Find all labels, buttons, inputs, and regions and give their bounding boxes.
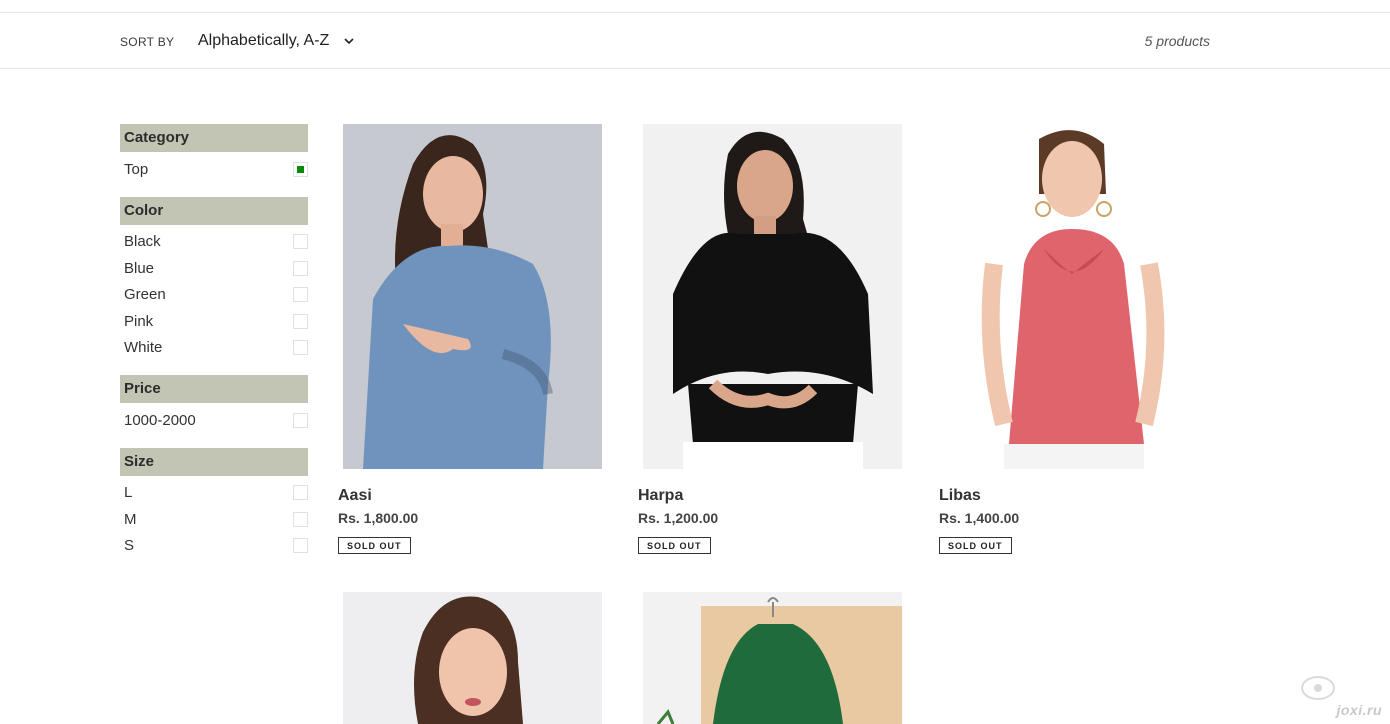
filter-item-label: 1000-2000 — [124, 411, 196, 429]
chevron-down-icon — [344, 38, 354, 45]
model-illustration — [944, 124, 1203, 469]
filter-heading: Price — [120, 375, 308, 403]
filter-item-1000-2000[interactable]: 1000-2000 — [120, 407, 308, 434]
filter-item-l[interactable]: L — [120, 480, 308, 507]
filter-heading: Category — [120, 124, 308, 152]
sold-out-badge: SOLD OUT — [638, 537, 711, 554]
filter-group-size: Size L M S — [120, 447, 308, 560]
checkbox[interactable] — [293, 340, 308, 356]
watermark-text: joxi.ru — [1336, 702, 1382, 718]
filter-group-color: Color Black Blue Green Pink White — [120, 196, 308, 362]
product-card[interactable]: Libas Rs. 1,400.00 SOLD OUT — [939, 124, 1203, 554]
product-title[interactable]: Libas — [939, 487, 1203, 505]
filter-item-label: M — [124, 510, 137, 528]
sort-select[interactable]: Alphabetically, A-Z — [190, 25, 363, 57]
filter-item-label: Blue — [124, 259, 155, 277]
filter-item-black[interactable]: Black — [120, 229, 308, 256]
filter-item-label: Pink — [124, 312, 154, 330]
filter-item-pink[interactable]: Pink — [120, 308, 308, 335]
filter-item-white[interactable]: White — [120, 335, 308, 362]
filter-heading: Color — [120, 196, 308, 225]
checkbox[interactable] — [293, 234, 308, 250]
checkbox[interactable] — [293, 260, 308, 276]
filter-item-label: Top — [124, 160, 149, 178]
filter-item-label: White — [124, 339, 163, 357]
model-illustration — [343, 592, 602, 724]
filter-item-label: Green — [124, 286, 166, 304]
sold-out-badge: SOLD OUT — [338, 537, 411, 554]
filter-item-m[interactable]: M — [120, 506, 308, 533]
product-price: Rs. 1,800.00 — [338, 510, 419, 526]
filter-heading: Size — [120, 447, 308, 476]
checkbox[interactable] — [293, 287, 308, 303]
checkbox[interactable] — [293, 485, 308, 501]
product-image[interactable] — [944, 124, 1203, 469]
filter-item-green[interactable]: Green — [120, 282, 308, 309]
product-card[interactable] — [638, 592, 902, 724]
model-illustration — [643, 124, 902, 469]
product-card[interactable] — [338, 592, 602, 724]
product-image[interactable] — [643, 124, 902, 469]
model-illustration — [343, 124, 602, 469]
product-card[interactable]: Aasi Rs. 1,800.00 SOLD OUT — [338, 124, 602, 554]
checkbox[interactable] — [293, 161, 308, 177]
product-title[interactable]: Harpa — [638, 487, 902, 505]
filter-item-label: L — [124, 484, 133, 502]
product-count: 5 products — [1144, 33, 1210, 49]
checkbox[interactable] — [293, 412, 308, 428]
checkbox[interactable] — [293, 313, 308, 329]
checkbox[interactable] — [293, 538, 308, 554]
filter-item-label: S — [124, 537, 135, 555]
filter-item-top[interactable]: Top — [120, 156, 308, 183]
product-image[interactable] — [343, 124, 602, 469]
product-card[interactable]: Harpa Rs. 1,200.00 SOLD OUT — [638, 124, 902, 554]
product-image[interactable] — [643, 592, 902, 724]
sort-select-value: Alphabetically, A-Z — [198, 32, 330, 49]
filter-item-label: Black — [124, 233, 161, 251]
filter-group-category: Category Top — [120, 124, 308, 183]
checkbox[interactable] — [293, 511, 308, 527]
filter-item-blue[interactable]: Blue — [120, 255, 308, 282]
product-price: Rs. 1,200.00 — [638, 510, 719, 526]
sort-by-label: SORT BY — [120, 35, 175, 49]
product-title[interactable]: Aasi — [338, 487, 602, 505]
filter-group-price: Price 1000-2000 — [120, 375, 308, 434]
product-image[interactable] — [343, 592, 602, 724]
filter-item-s[interactable]: S — [120, 533, 308, 560]
filter-sidebar: Category Top Color Black Blue Green Pink… — [120, 124, 308, 569]
sold-out-badge: SOLD OUT — [939, 537, 1012, 554]
garment-illustration — [643, 592, 902, 724]
product-price: Rs. 1,400.00 — [939, 510, 1020, 526]
sort-toolbar: SORT BY Alphabetically, A-Z 5 products — [0, 13, 1390, 69]
